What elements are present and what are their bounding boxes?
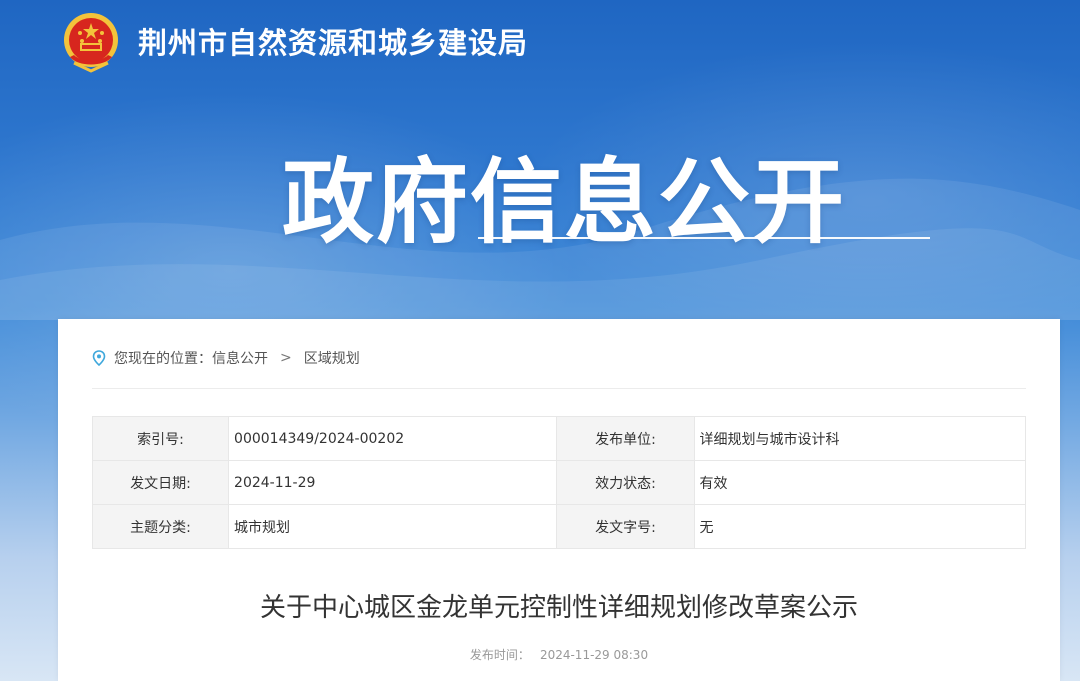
table-row: 发文日期: 2024-11-29 效力状态: 有效 xyxy=(91,460,1026,505)
location-pin-icon xyxy=(92,350,106,366)
banner-title: 政府信息公开 xyxy=(282,149,847,256)
divider xyxy=(92,388,1026,389)
meta-key-date: 发文日期: xyxy=(91,460,230,505)
meta-value-doc-number: 无 xyxy=(693,504,1026,549)
meta-key-publisher: 发布单位: xyxy=(556,416,695,461)
breadcrumb: 您现在的位置： 信息公开 > 区域规划 xyxy=(92,348,360,368)
article-title: 关于中心城区金龙单元控制性详细规划修改草案公示 xyxy=(259,593,858,623)
meta-key-index: 索引号: xyxy=(91,416,230,461)
publish-label: 发布时间： xyxy=(469,648,530,662)
site-title[interactable]: 荆州市自然资源和城乡建设局 xyxy=(138,20,528,62)
breadcrumb-link-regional-planning[interactable]: 区域规划 xyxy=(304,348,360,368)
publish-time: 2024-11-29 08:30 xyxy=(539,648,649,662)
meta-key-doc-number: 发文字号: xyxy=(556,504,695,549)
meta-key-category: 主题分类: xyxy=(91,504,230,549)
breadcrumb-prefix: 您现在的位置： xyxy=(114,351,212,367)
national-emblem-icon xyxy=(64,13,118,73)
table-row: 索引号: 000014349/2024-00202 发布单位: 详细规划与城市设… xyxy=(91,416,1026,461)
publish-info: 发布时间： 2024-11-29 08:30 xyxy=(58,646,1060,663)
banner-underline xyxy=(478,237,930,239)
meta-key-status: 效力状态: xyxy=(556,460,695,505)
meta-value-publisher: 详细规划与城市设计科 xyxy=(693,416,1026,461)
breadcrumb-link-info-public[interactable]: 信息公开 xyxy=(212,348,268,368)
meta-value-status: 有效 xyxy=(693,460,1026,505)
meta-value-date: 2024-11-29 xyxy=(228,460,558,505)
meta-value-index: 000014349/2024-00202 xyxy=(228,416,558,461)
metadata-table: 索引号: 000014349/2024-00202 发布单位: 详细规划与城市设… xyxy=(91,416,1026,549)
content-panel: 您现在的位置： 信息公开 > 区域规划 索引号: 000014349/2024-… xyxy=(58,319,1060,681)
meta-value-category: 城市规划 xyxy=(228,504,558,549)
table-row: 主题分类: 城市规划 发文字号: 无 xyxy=(91,504,1026,549)
breadcrumb-separator: > xyxy=(280,350,292,366)
